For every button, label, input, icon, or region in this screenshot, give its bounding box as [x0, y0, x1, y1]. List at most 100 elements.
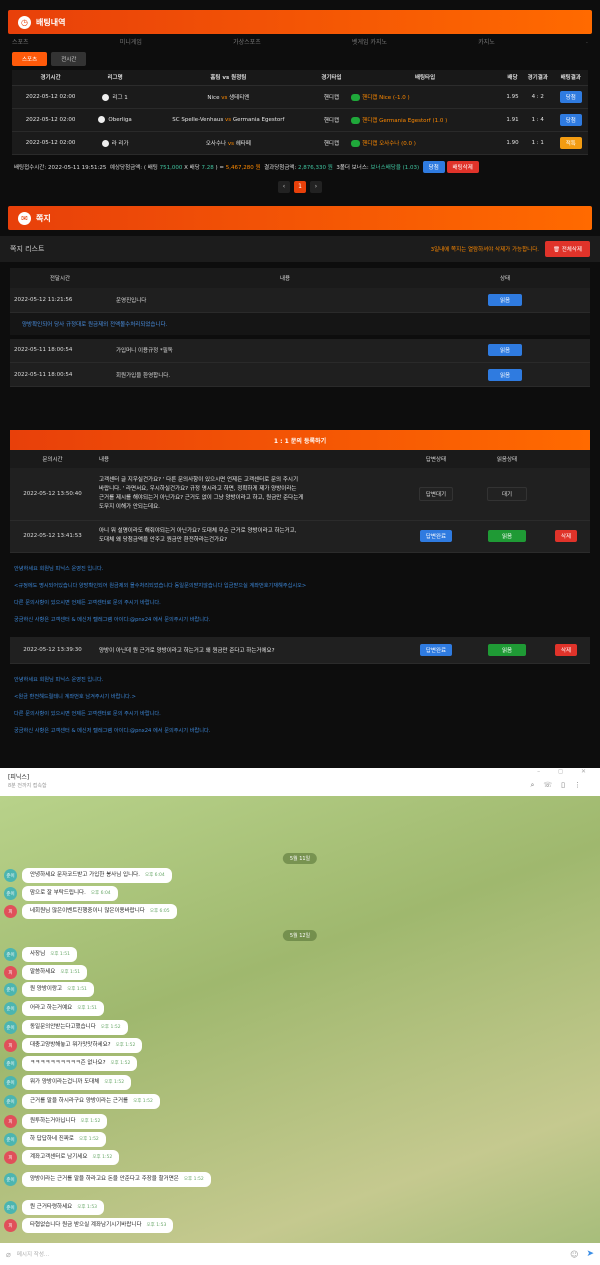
message-bubble[interactable]: 양방이라는 근거를 말을 하라고요 돈을 안준다고 주장을 할거면은 오후 1:5…: [22, 1172, 211, 1187]
message-time: 오후 6:04: [144, 873, 165, 878]
notes-section: ✉ 쪽지 쪽지 리스트 3일내에 쪽지는 열람하셔야 삭제가 가능합니다. 🗑 전…: [0, 206, 600, 396]
avatar[interactable]: 준이: [4, 869, 17, 882]
col-league: 리그명: [89, 70, 142, 86]
cat-casino[interactable]: 카지노: [478, 37, 495, 46]
inq-content[interactable]: 양방이 아닌데 뭔 근거로 양방이라고 하는거고 왜 원금만 준다고 하는거에요…: [95, 637, 400, 664]
message-bubble[interactable]: 어라고 하는거예요 오후 1:51: [22, 1001, 105, 1016]
avatar[interactable]: 피: [4, 1115, 17, 1128]
table-row[interactable]: 2022-05-12 13:39:30 양방이 아닌데 뭔 근거로 양방이라고 …: [10, 637, 590, 664]
message-bubble[interactable]: 원 양방이랑고 오후 1:51: [22, 982, 94, 997]
avatar[interactable]: 준이: [4, 887, 17, 900]
eye-icon: [351, 139, 361, 147]
avatar[interactable]: 준이: [4, 948, 17, 961]
date-divider: 5월 11일: [282, 853, 318, 864]
avatar[interactable]: 준이: [4, 1076, 17, 1089]
avatar[interactable]: 피: [4, 1151, 17, 1164]
message-input[interactable]: 메시지 작성...: [17, 1250, 49, 1258]
chat-toolbar-icons[interactable]: ⌕☏▯⋮: [530, 781, 590, 790]
chat-area: 5월 11일 5월 12일 안녕하세요 문자코드받고 가입한 봉사님 입니다. 오…: [0, 796, 600, 1243]
message-bubble[interactable]: 뭐가 양방이라는겁니까 도대체 오후 1:52: [22, 1075, 132, 1090]
message-bubble[interactable]: 사장님 오후 1:51: [22, 947, 78, 962]
inq-content[interactable]: 아니 뭐 설명이라도 해줘야되는거 아닌가요? 도대체 무슨 근거로 양방이라고…: [95, 520, 400, 553]
message-bubble[interactable]: ㅋㅋㅋㅋㅋㅋㅋㅋㅋㅋ즌 없나요? 오후 1:52: [22, 1056, 138, 1071]
note-time: 2022-05-11 18:00:54: [10, 338, 110, 363]
delete-bet-button[interactable]: 배팅삭제: [446, 160, 479, 173]
message-bubble[interactable]: 근거를 말을 하시라구요 양방이라는 근거를 오후 1:52: [22, 1094, 160, 1109]
page-1-button[interactable]: 1: [294, 180, 306, 193]
avatar[interactable]: 준이: [4, 1095, 17, 1108]
message-bubble[interactable]: 말씀하세요 오후 1:51: [22, 965, 88, 980]
vs-label: vs: [225, 116, 232, 123]
table-row[interactable]: 2022-05-11 18:00:54 회원가입을 환영합니다. 읽음: [10, 362, 590, 387]
avatar[interactable]: 준이: [4, 1002, 17, 1015]
date-divider: 5월 12일: [282, 930, 318, 941]
bet-summary: 배팅접수시간: 2022-05-11 19:51:25 예상당첨금액: ( 배팅…: [0, 155, 600, 179]
next-page-button[interactable]: ›: [310, 180, 322, 193]
inq-line: 도무지 이해가 안되는데요.: [99, 503, 160, 510]
message-bubble[interactable]: 뭔 근거타령하세요 오후 1:53: [22, 1200, 105, 1215]
message-time: 오후 1:52: [104, 1080, 125, 1085]
message-bubble[interactable]: 네회원님 많은이벤트진행중이니 많은이용바랍니다 오후 6:05: [22, 904, 177, 919]
table-row[interactable]: 2022-05-12 11:21:56 운영진입니다 읽음: [10, 288, 590, 313]
avatar[interactable]: 피: [4, 1219, 17, 1232]
read-badge: 읽음: [487, 530, 527, 542]
message-bubble[interactable]: 타협없습니다 원금 받으실 계좌남기시기바랍니다 오후 1:53: [22, 1218, 174, 1233]
cat-sports[interactable]: 스포츠: [12, 37, 29, 46]
delete-all-button[interactable]: 🗑 전체삭제: [545, 241, 590, 257]
category-bar: 스포츠 미니게임 가상스포츠 벳게임 카지노 카지노 .: [0, 34, 600, 48]
envelope-icon: ✉: [18, 211, 31, 225]
avatar[interactable]: 준이: [4, 1021, 17, 1034]
inq-content[interactable]: 고객센터 글 지우실건가요? ' 다른 문의사항이 있으시면 언제든 고객센터로…: [95, 468, 400, 521]
message-text: 계좌고객센터로 남기세요: [30, 1154, 88, 1160]
message-bubble[interactable]: 동일문의안받는다고했습니다 오후 1:52: [22, 1020, 128, 1035]
inq-line: 근거를 제시를 해야되는거 아닌가요? 근거도 없이 그냥 양방이라고 하고, …: [99, 494, 304, 501]
attach-icon[interactable]: ⌀: [6, 1250, 11, 1259]
send-icon[interactable]: ➤: [586, 1249, 594, 1259]
bet-result: 당첨: [553, 85, 588, 109]
prev-page-button[interactable]: ‹: [278, 180, 290, 193]
reply-line: <원금 환전해드릴테니 계좌번호 남겨주시기 바랍니다.>: [14, 694, 136, 701]
inquiry-header[interactable]: 1 : 1 문의 등록하기: [10, 430, 590, 450]
notes-list-title: 쪽지 리스트: [10, 245, 45, 253]
cat-virtual[interactable]: 가상스포츠: [233, 37, 261, 46]
avatar[interactable]: 준이: [4, 1201, 17, 1214]
delete-inquiry-button[interactable]: 삭제: [554, 530, 578, 542]
message-bubble[interactable]: 원투하는거아닙니다 오후 1:52: [22, 1114, 108, 1129]
note-content[interactable]: 운영진입니다: [110, 288, 460, 313]
avatar[interactable]: 준이: [4, 1173, 17, 1186]
inq-answer: 답변완료: [400, 520, 472, 553]
avatar[interactable]: 피: [4, 905, 17, 918]
bet-league: Oberliga: [89, 108, 142, 132]
table-row[interactable]: 2022-05-12 13:50:40 고객센터 글 지우실건가요? ' 다른 …: [10, 468, 590, 521]
message-bubble[interactable]: 하 답답하네 진짜로 오후 1:52: [22, 1132, 106, 1147]
note-content[interactable]: 회원가입을 환영합니다.: [110, 362, 460, 387]
message-bubble[interactable]: 맘으로 잘 부탁드립니다. 오후 6:04: [22, 886, 118, 901]
soccer-ball-icon: [102, 93, 110, 101]
pick-label: 핸디캡 Germania Egestorf (1.0 ): [362, 117, 448, 124]
note-content[interactable]: 가입머니 이용규정 *필독: [110, 338, 460, 363]
message-bubble[interactable]: 계좌고객센터로 남기세요 오후 1:52: [22, 1150, 120, 1165]
message-bubble[interactable]: 안녕하세요 문자코드받고 가입한 봉사님 입니다. 오후 6:04: [22, 868, 172, 883]
message-text: 네회원님 많은이벤트진행중이니 많은이용바랍니다: [30, 908, 145, 914]
avatar[interactable]: 준이: [4, 1057, 17, 1070]
window-controls[interactable]: – ◻ ✕: [537, 768, 594, 775]
avatar[interactable]: 피: [4, 966, 17, 979]
delete-inquiry-button[interactable]: 삭제: [554, 644, 578, 657]
avatar[interactable]: 준이: [4, 1133, 17, 1146]
note-time: 2022-05-11 18:00:54: [10, 362, 110, 387]
bet-odds: 1.90: [502, 131, 522, 155]
avatar[interactable]: 피: [4, 1039, 17, 1052]
reply-line: 다른 문의사항이 있으시면 언제든 고객센터로 문의 주시기 바랍니다.: [14, 599, 161, 606]
tab-sports[interactable]: 스포츠: [12, 52, 48, 66]
table-row[interactable]: 2022-05-11 18:00:54 가입머니 이용규정 *필독 읽음: [10, 338, 590, 363]
message-bubble[interactable]: 대충고양방해놓고 뭐가맛맛하세요? 오후 1:52: [22, 1038, 143, 1053]
cat-extra[interactable]: .: [586, 38, 588, 45]
tab-alltime[interactable]: 전시간: [51, 52, 87, 66]
message-text: 하 답답하네 진짜로: [30, 1136, 74, 1142]
pagination: ‹ 1 ›: [0, 180, 600, 193]
emoji-icon[interactable]: ☺: [570, 1250, 578, 1259]
cat-minigame[interactable]: 미니게임: [120, 37, 142, 46]
table-row[interactable]: 2022-05-12 13:41:53 아니 뭐 설명이라도 해줘야되는거 아닌…: [10, 520, 590, 553]
avatar[interactable]: 준이: [4, 983, 17, 996]
cat-betgame[interactable]: 벳게임 카지노: [352, 37, 387, 46]
